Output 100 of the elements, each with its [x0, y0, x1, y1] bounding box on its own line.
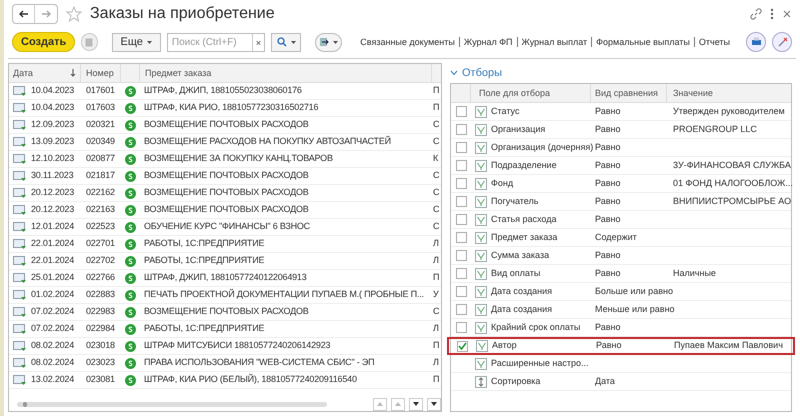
filter-row[interactable]: Организация Равно PROENGROUP LLC	[451, 121, 791, 139]
dollar-coin-icon	[125, 358, 136, 368]
filter-row[interactable]: Статус Равно Утвержден руководителем	[451, 103, 791, 121]
table-row[interactable]: 08.02.2024 023018 ШТРАФ МИТСУБИСИ 18810577240206142923 П	[9, 338, 441, 355]
filter-row[interactable]: Дата создания Меньше или равно	[451, 301, 791, 319]
toolbar-link[interactable]: Формальные выплаты	[591, 37, 694, 47]
checkbox[interactable]	[456, 214, 466, 225]
link-icon[interactable]	[750, 8, 762, 20]
settings-button[interactable]	[772, 32, 792, 52]
table-cell-text: 07.02.2024	[31, 305, 74, 318]
table-cell-text: Автор	[492, 339, 517, 352]
table-row[interactable]: 10.04.2023 017603 ШТРАФ, КИА РИО, 18810577230316502716 П	[9, 100, 441, 117]
checkbox[interactable]	[456, 124, 466, 135]
scroll-button[interactable]	[409, 398, 423, 410]
checkbox[interactable]	[456, 268, 466, 279]
table-row[interactable]: 01.02.2024 022883 ПЕЧАТЬ ПРОЕКТНОЙ ДОКУМЕНТАЦИИ ПУПАЕВ М.( ПРОБНЫЕ П... У	[9, 287, 441, 304]
filter-row[interactable]: Статья расхода Равно	[451, 211, 791, 229]
checkbox[interactable]	[456, 232, 466, 243]
filter-row[interactable]: Погучатель Равно ВНИПИИСТРОМСЫРЬЕ АО	[451, 193, 791, 211]
table-cell-text: 021817	[85, 169, 116, 182]
table-row[interactable]: 07.02.2024 022984 РАБОТЫ, 1С:ПРЕДПРИЯТИЕ Л	[9, 321, 441, 338]
back-arrow-icon	[18, 10, 28, 18]
print-menu-button[interactable]	[315, 32, 342, 52]
table-row[interactable]: 13.02.2024 023081 ШТРАФ, КИА РИО (БЕЛЫЙ), 18810577240209116540 П	[9, 372, 441, 389]
toolbar-link[interactable]: Связанные документы	[356, 37, 459, 47]
table-cell-text: Фонд	[491, 176, 514, 190]
table-row[interactable]: 12.09.2023 020321 ВОЗМЕЩЕНИЕ ПОЧТОВЫХ РАСХОДОВ С	[9, 117, 441, 134]
down-triangle-icon	[413, 402, 419, 406]
checkbox[interactable]	[456, 286, 466, 297]
table-row[interactable]: 13.09.2023 020349 ВОЗМЕЩЕНИЕ РАСХОДОВ НА ПОКУПКУ АВТОЗАПЧАСТЕЙ С	[9, 134, 441, 151]
table-row[interactable]: 30.11.2023 021817 ВОЗМЕЩЕНИЕ ПОЧТОВЫХ РАСХОДОВ С	[9, 168, 441, 185]
filter-row[interactable]: Сортировка Дата	[451, 373, 791, 391]
dollar-coin-icon	[125, 272, 136, 284]
filter-row[interactable]: Предмет заказа Содержит	[451, 229, 791, 247]
filter-row[interactable]: Вид оплаты Равно Наличные	[451, 265, 791, 283]
table-row[interactable]: 10.04.2023 017601 ШТРАФ, ДЖИП, 1881055023038060176 П	[9, 83, 441, 100]
filter-row[interactable]: Расширенные настро...	[451, 355, 791, 373]
toolbar-link[interactable]: Отчеты	[694, 37, 734, 47]
table-row[interactable]: 22.01.2024 022702 РАБОТЫ, 1С:ПРЕДПРИЯТИЕ Л	[9, 253, 441, 270]
table-cell-text: 022163	[85, 203, 116, 216]
more-button[interactable]: Еще	[112, 32, 161, 52]
table-cell: 01 ФОНД НАЛОГООБЛОЖ...	[673, 178, 793, 188]
table-row[interactable]: 20.12.2023 022163 ВОЗМЕЩЕНИЕ ПОЧТОВЫХ РАСХОДОВ С	[9, 202, 441, 219]
filter-row[interactable]: Сумма заказа Равно	[451, 247, 791, 265]
dollar-coin-icon	[125, 86, 136, 96]
toolbar-link[interactable]: Журнал выплат	[516, 37, 592, 47]
forward-arrow-icon	[41, 10, 51, 18]
create-button[interactable]: Создать	[12, 32, 76, 52]
copy-button[interactable]	[81, 33, 98, 51]
table-row[interactable]: 08.02.2024 023023 ПРАВА ИСПОЛЬЗОВАНИЯ "WEB-СИСТЕМА СБИС" - ЭП Л	[9, 355, 441, 372]
checkbox[interactable]	[456, 178, 466, 189]
filter-row[interactable]: Автор Равно Пупаев Максим Павлович	[447, 337, 795, 355]
filter-row[interactable]: Фонд Равно 01 ФОНД НАЛОГООБЛОЖ...	[451, 175, 791, 193]
table-cell-text: Подразделение	[491, 158, 557, 172]
table-cell: Больше или равно	[595, 286, 673, 296]
filter-row[interactable]: Крайний срок оплаты Равно	[451, 319, 791, 337]
table-row[interactable]: 20.12.2023 022162 ВОЗМЕЩЕНИЕ ПОЧТОВЫХ РАСХОДОВ С	[9, 185, 441, 202]
dollar-coin-icon	[125, 340, 136, 352]
table-cell-text: 022701	[85, 237, 116, 250]
table-cell: Равно	[595, 160, 620, 170]
table-cell: 3У-ФИНАНСОВАЯ СЛУЖБА	[673, 160, 791, 170]
filter-field-icon	[475, 358, 487, 370]
table-row[interactable]: 12.01.2024 022523 ОБУЧЕНИЕ КУРС "ФИНАНСЫ" 6 ВЗНОС С	[9, 219, 441, 236]
filter-field-icon	[475, 286, 487, 298]
checkbox[interactable]	[456, 160, 466, 171]
table-cell-text: Дата создания	[491, 302, 552, 316]
table-cell-text: 01.02.2024	[31, 288, 74, 302]
more-icon[interactable]	[770, 8, 774, 20]
filter-row[interactable]: Дата создания Больше или равно	[451, 283, 791, 301]
checkbox[interactable]	[456, 142, 466, 153]
checkbox[interactable]	[456, 250, 466, 261]
caret-icon	[333, 40, 338, 44]
dollar-coin-icon	[125, 290, 136, 300]
document-icon	[13, 204, 27, 216]
search-field[interactable]: Поиск (Ctrl+F)	[166, 32, 265, 52]
checkbox[interactable]	[456, 196, 466, 207]
table-row[interactable]: 07.02.2024 022983 ВОЗМЕЩЕНИЕ ПОЧТОВЫХ РАСХОДОВ С	[9, 304, 441, 321]
table-cell-text: К	[432, 152, 438, 166]
checkbox[interactable]	[456, 106, 466, 117]
table-cell-text: 30.11.2023	[31, 169, 74, 182]
table-row[interactable]: 12.10.2023 020877 ВОЗМЕЩЕНИЕ ЗА ПОКУПКУ КАНЦ.ТОВАРОВ К	[9, 151, 441, 168]
table-row[interactable]: 22.01.2024 022701 РАБОТЫ, 1С:ПРЕДПРИЯТИЕ Л	[9, 236, 441, 253]
print-button[interactable]	[746, 32, 766, 52]
filter-row[interactable]: Организация (дочерняя) Равно	[451, 139, 791, 157]
filter-field-icon	[475, 196, 487, 208]
checkbox[interactable]	[456, 322, 466, 333]
table-row[interactable]: 25.01.2024 022766 ШТРАФ, ДЖИП, 18810577240122064913 П	[9, 270, 441, 287]
star-icon[interactable]	[66, 6, 82, 22]
checkbox[interactable]	[456, 340, 468, 352]
table-cell-text: 017601	[85, 84, 116, 98]
scroll-button[interactable]	[427, 398, 441, 410]
search-button[interactable]	[270, 32, 302, 52]
table-cell-text: 08.02.2024	[31, 339, 74, 352]
filter-row[interactable]: Подразделение Равно 3У-ФИНАНСОВАЯ СЛУЖБА	[451, 157, 791, 175]
sort-arrow-icon	[70, 69, 76, 77]
table-cell-text: 13.09.2023	[31, 135, 74, 148]
toolbar-link[interactable]: Журнал ФП	[458, 37, 517, 47]
filters-toggle[interactable]: Отборы	[450, 65, 792, 81]
checkbox[interactable]	[456, 304, 466, 315]
close-icon[interactable]	[782, 9, 792, 19]
